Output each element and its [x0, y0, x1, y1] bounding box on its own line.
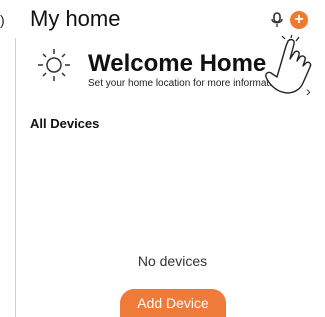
- all-devices-heading: All Devices: [30, 116, 100, 131]
- sun-icon: [35, 46, 73, 84]
- empty-state: No devices: [0, 253, 325, 269]
- mic-icon[interactable]: [270, 12, 284, 28]
- left-divider: [15, 38, 16, 317]
- add-button[interactable]: +: [290, 11, 308, 29]
- no-devices-text: No devices: [137, 253, 208, 269]
- add-device-button[interactable]: Add Device: [120, 289, 226, 317]
- page-title: My home: [30, 6, 121, 31]
- left-edge-fragment: ): [0, 12, 5, 28]
- plus-icon: +: [294, 11, 304, 28]
- pointing-hand-icon: [258, 33, 318, 97]
- welcome-title: Welcome Home: [88, 50, 267, 77]
